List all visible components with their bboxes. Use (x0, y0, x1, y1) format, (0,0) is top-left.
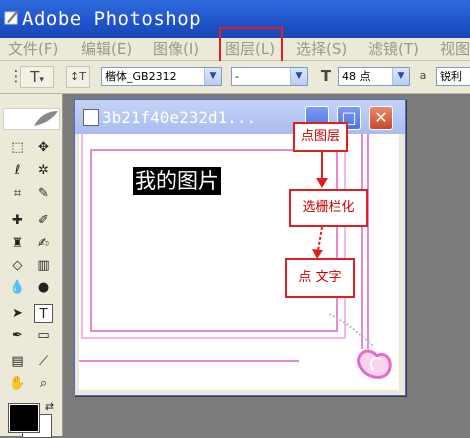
chevron-down-icon: ▼ (290, 68, 307, 85)
pink-frame-bottom (79, 360, 299, 362)
heart-pendant-icon (329, 313, 392, 379)
annotation-click-text: 点 文字 (285, 258, 355, 298)
annotation-rasterize: 选栅栏化 (289, 189, 368, 227)
hand-tool-icon[interactable]: ✋ (8, 374, 27, 393)
arrow-down-icon (316, 152, 328, 188)
menu-edit[interactable]: 编辑(E) (81, 38, 132, 60)
menu-file[interactable]: 文件(F) (8, 38, 58, 60)
eyedropper-icon[interactable]: ⟋ (34, 352, 53, 371)
type-tool-icon[interactable]: T (34, 304, 53, 323)
history-brush-icon[interactable]: ✍ (34, 234, 53, 253)
dodge-tool-icon[interactable]: ● (34, 278, 53, 297)
font-size-icon: T (320, 67, 332, 85)
pink-frame-inner (81, 134, 346, 339)
options-bar: ⋮ T▾ ↕T 楷体_GB2312 ▼ - ▼ T 48 点 ▼ a 锐利 (0, 61, 470, 94)
menu-select[interactable]: 选择(S) (296, 38, 347, 60)
anti-alias-select[interactable]: 锐利 (436, 67, 470, 86)
font-size-value: 48 点 (342, 70, 371, 83)
eraser-tool-icon[interactable]: ◇ (8, 256, 27, 275)
menu-image[interactable]: 图像(I) (153, 38, 199, 60)
font-style-value: - (235, 70, 239, 83)
canvas-text-layer[interactable]: 我的图片 (133, 167, 221, 195)
move-tool-icon[interactable]: ✥ (34, 138, 53, 157)
toolbox: ⬚ ✥ ℓ ✲ ⌗ ✎ ✚ ✐ ♜ ✍ ◇ ▥ 💧 ● ➤ T ✒ ▭ ▤ ⟋ … (0, 94, 63, 436)
font-family-value: 楷体_GB2312 (105, 70, 177, 83)
chevron-down-icon: ▾ (39, 75, 44, 85)
document-name: 3b21f40e232d1... (102, 108, 257, 127)
foreground-color-swatch[interactable] (8, 403, 40, 433)
slice-tool-icon[interactable]: ✎ (34, 184, 53, 203)
font-size-select[interactable]: 48 点 ▼ (338, 67, 410, 86)
chevron-down-icon: ▼ (392, 68, 409, 85)
toolbox-header-feather[interactable] (3, 108, 60, 130)
gradient-tool-icon[interactable]: ▥ (34, 256, 53, 275)
pen-tool-icon[interactable]: ✒ (8, 326, 27, 345)
document-icon (83, 109, 99, 126)
menu-filter[interactable]: 滤镜(T) (368, 38, 419, 60)
text-orientation-button[interactable]: ↕T (66, 66, 90, 88)
path-select-icon[interactable]: ➤ (8, 304, 27, 323)
photoshop-feather-icon (4, 10, 19, 25)
text-tool-preset[interactable]: T▾ (20, 66, 54, 88)
font-family-select[interactable]: 楷体_GB2312 ▼ (101, 67, 222, 86)
notes-tool-icon[interactable]: ▤ (8, 352, 27, 371)
text-tool-icon: T (30, 68, 40, 86)
document-window: 3b21f40e232d1... _ □ ✕ 我的图片 (74, 99, 406, 396)
marquee-tool-icon[interactable]: ⬚ (8, 138, 27, 157)
close-button[interactable]: ✕ (369, 106, 393, 130)
chevron-down-icon: ▼ (204, 68, 221, 85)
document-title-bar[interactable]: 3b21f40e232d1... _ □ ✕ (75, 100, 405, 134)
brush-tool-icon[interactable]: ✐ (34, 211, 53, 230)
shape-tool-icon[interactable]: ▭ (34, 326, 53, 345)
annotation-click-layer: 点图层 (293, 122, 348, 152)
menu-view[interactable]: 视图 (440, 38, 470, 60)
feather-icon (34, 111, 58, 126)
anti-alias-value: 锐利 (440, 70, 462, 83)
clone-stamp-icon[interactable]: ♜ (8, 234, 27, 253)
zoom-tool-icon[interactable]: ⌕ (34, 374, 53, 393)
lasso-tool-icon[interactable]: ℓ (8, 161, 27, 180)
arrow-down-icon (312, 227, 323, 259)
blur-tool-icon[interactable]: 💧 (8, 278, 27, 297)
app-title: Adobe Photoshop (22, 8, 202, 30)
magic-wand-icon[interactable]: ✲ (34, 161, 53, 180)
healing-brush-icon[interactable]: ✚ (8, 211, 27, 230)
font-style-select[interactable]: - ▼ (231, 67, 308, 86)
crop-tool-icon[interactable]: ⌗ (8, 184, 27, 203)
anti-alias-icon: a (419, 69, 427, 82)
